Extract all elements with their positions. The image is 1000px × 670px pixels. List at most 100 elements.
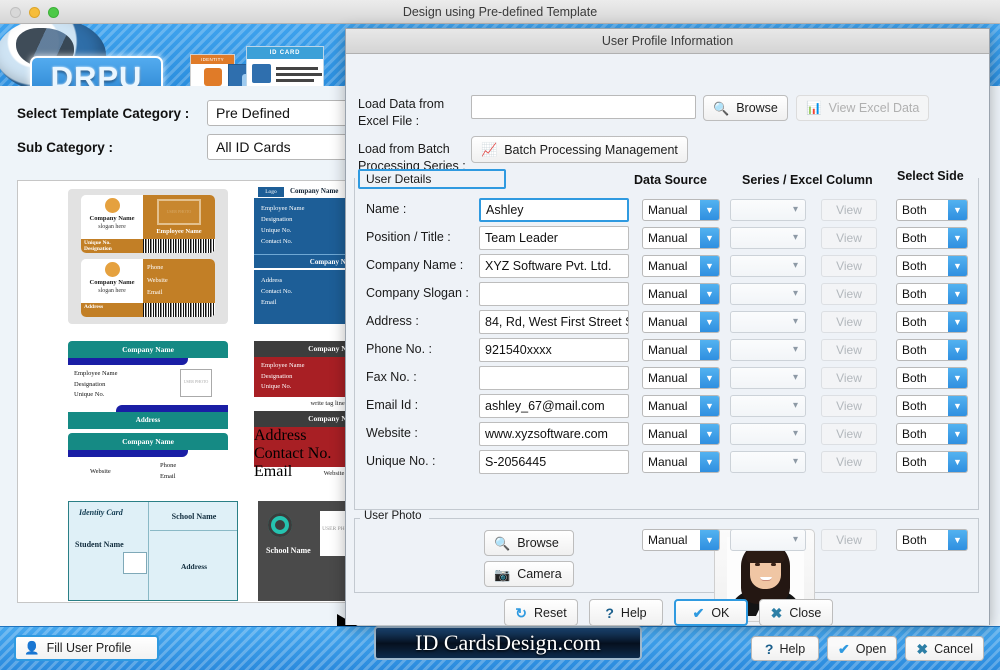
batch-processing-management-button[interactable]: 📈 Batch Processing Management [471, 136, 688, 163]
side-select-name[interactable]: Both ▼ [896, 199, 968, 221]
photo-camera-button[interactable]: 📷 Camera [484, 561, 574, 587]
input-website[interactable]: www.xyzsoftware.com [479, 422, 629, 446]
template-thumbnail[interactable]: Company Name Employee Name Designation U… [68, 341, 228, 481]
series-select-website[interactable]: ▾ [730, 423, 806, 445]
side-select-unique-no[interactable]: Both ▼ [896, 451, 968, 473]
view-button-user-photo[interactable]: View [821, 529, 877, 551]
open-button[interactable]: ✔ Open [827, 636, 898, 661]
help-button[interactable]: ? Help [751, 636, 820, 661]
chevron-down-icon: ▾ [792, 288, 799, 299]
tpl3-email: Email [160, 472, 176, 480]
dialog-help-button[interactable]: ? Help [589, 599, 663, 626]
tpl1b-slogan: slogan here [98, 288, 126, 294]
side-select-user-photo[interactable]: Both ▼ [896, 529, 968, 551]
input-name[interactable]: Ashley [479, 198, 629, 222]
chart-pencil-icon: 📈 [481, 142, 498, 157]
chevron-down-icon: ▼ [948, 530, 967, 550]
window-titlebar: Design using Pre-defined Template [0, 0, 1000, 24]
view-button-company-name[interactable]: View [821, 255, 877, 277]
view-button-email[interactable]: View [821, 395, 877, 417]
view-button-website[interactable]: View [821, 423, 877, 445]
field-row-website: Website : www.xyzsoftware.com Manual ▼ ▾… [346, 422, 991, 448]
tpl3-photo: USER PHOTO [183, 379, 209, 384]
view-button-name[interactable]: View [821, 199, 877, 221]
side-select-fax[interactable]: Both ▼ [896, 367, 968, 389]
reset-button[interactable]: ↻ Reset [504, 599, 578, 626]
view-button-address[interactable]: View [821, 311, 877, 333]
template-thumbnail[interactable]: Company Name Employee Name Designation U… [254, 341, 346, 481]
side-select-position[interactable]: Both ▼ [896, 227, 968, 249]
tpl1-company: Company Name [89, 215, 135, 222]
view-button-company-slogan[interactable]: View [821, 283, 877, 305]
source-select-company-slogan[interactable]: Manual ▼ [642, 283, 720, 305]
source-select-name[interactable]: Manual ▼ [642, 199, 720, 221]
chevron-down-icon: ▼ [700, 284, 719, 304]
user-details-group-label[interactable]: User Details [358, 169, 506, 189]
dialog-help-label: Help [620, 605, 647, 620]
source-select-unique-no[interactable]: Manual ▼ [642, 451, 720, 473]
side-select-company-name[interactable]: Both ▼ [896, 255, 968, 277]
source-select-address[interactable]: Manual ▼ [642, 311, 720, 333]
input-address[interactable]: 84, Rd, West First Street S [479, 310, 629, 334]
template-thumbnail[interactable]: School Name USER PHOTO [258, 501, 346, 601]
source-value-phone: Manual [648, 343, 688, 357]
tpl3-line-0: Employee Name [74, 370, 118, 377]
input-company-slogan[interactable] [479, 282, 629, 306]
excel-sheet-icon: 📊 [806, 100, 822, 115]
side-select-phone[interactable]: Both ▼ [896, 339, 968, 361]
tpl1b-barcode [143, 303, 215, 317]
view-button-position[interactable]: View [821, 227, 877, 249]
view-button-unique-no[interactable]: View [821, 451, 877, 473]
series-select-fax[interactable]: ▾ [730, 367, 806, 389]
input-email[interactable]: ashley_67@mail.com [479, 394, 629, 418]
template-thumbnail[interactable]: Company Name slogan here USER PHOTO Empl… [68, 189, 228, 324]
view-excel-data-button[interactable]: 📊 View Excel Data [796, 95, 930, 121]
series-select-email[interactable]: ▾ [730, 395, 806, 417]
input-unique-no[interactable]: S-2056445 [479, 450, 629, 474]
series-select-address[interactable]: ▾ [730, 311, 806, 333]
source-select-user-photo[interactable]: Manual ▼ [642, 529, 720, 551]
ok-button[interactable]: ✔ OK [674, 599, 748, 626]
chevron-down-icon: ▼ [948, 312, 967, 332]
view-button-fax[interactable]: View [821, 367, 877, 389]
check-icon: ✔ [692, 604, 705, 621]
side-value-email: Both [902, 399, 927, 413]
series-select-position[interactable]: ▾ [730, 227, 806, 249]
side-select-website[interactable]: Both ▼ [896, 423, 968, 445]
series-select-name[interactable]: ▾ [730, 199, 806, 221]
tpl4-company-2: Company Name [254, 411, 346, 427]
tpl2-line-3: Contact No. [261, 238, 293, 245]
series-select-unique-no[interactable]: ▾ [730, 451, 806, 473]
input-company-name[interactable]: XYZ Software Pvt. Ltd. [479, 254, 629, 278]
series-select-company-slogan[interactable]: ▾ [730, 283, 806, 305]
sub-category-label: Sub Category : [17, 139, 114, 155]
series-select-phone[interactable]: ▾ [730, 339, 806, 361]
excel-path-input[interactable] [471, 95, 696, 119]
label-email: Email Id : [366, 398, 419, 412]
dialog-close-button[interactable]: ✖ Close [759, 599, 833, 626]
side-select-email[interactable]: Both ▼ [896, 395, 968, 417]
side-select-address[interactable]: Both ▼ [896, 311, 968, 333]
source-select-position[interactable]: Manual ▼ [642, 227, 720, 249]
source-select-phone[interactable]: Manual ▼ [642, 339, 720, 361]
fill-user-profile-button[interactable]: 👤 Fill User Profile [14, 635, 159, 661]
input-fax[interactable] [479, 366, 629, 390]
template-thumbnail[interactable]: Logo Company Name Employee Name Designat… [254, 186, 346, 324]
source-select-company-name[interactable]: Manual ▼ [642, 255, 720, 277]
series-select-company-name[interactable]: ▾ [730, 255, 806, 277]
template-thumbnail[interactable]: Identity Card Student Name School Name A… [68, 501, 238, 601]
source-select-website[interactable]: Manual ▼ [642, 423, 720, 445]
chevron-down-icon: ▼ [700, 200, 719, 220]
cancel-button[interactable]: ✖ Cancel [905, 636, 984, 661]
source-select-fax[interactable]: Manual ▼ [642, 367, 720, 389]
browse-excel-button[interactable]: 🔍 Browse [703, 95, 788, 121]
template-gallery[interactable]: Company Name slogan here USER PHOTO Empl… [17, 180, 347, 603]
input-position[interactable]: Team Leader [479, 226, 629, 250]
side-select-company-slogan[interactable]: Both ▼ [896, 283, 968, 305]
view-button-phone[interactable]: View [821, 339, 877, 361]
source-select-email[interactable]: Manual ▼ [642, 395, 720, 417]
field-row-name: Name : Ashley Manual ▼ ▾ View Both ▼ [346, 198, 991, 224]
input-phone[interactable]: 921540xxxx [479, 338, 629, 362]
series-select-user-photo[interactable]: ▾ [730, 529, 806, 551]
chevron-down-icon: ▼ [948, 368, 967, 388]
